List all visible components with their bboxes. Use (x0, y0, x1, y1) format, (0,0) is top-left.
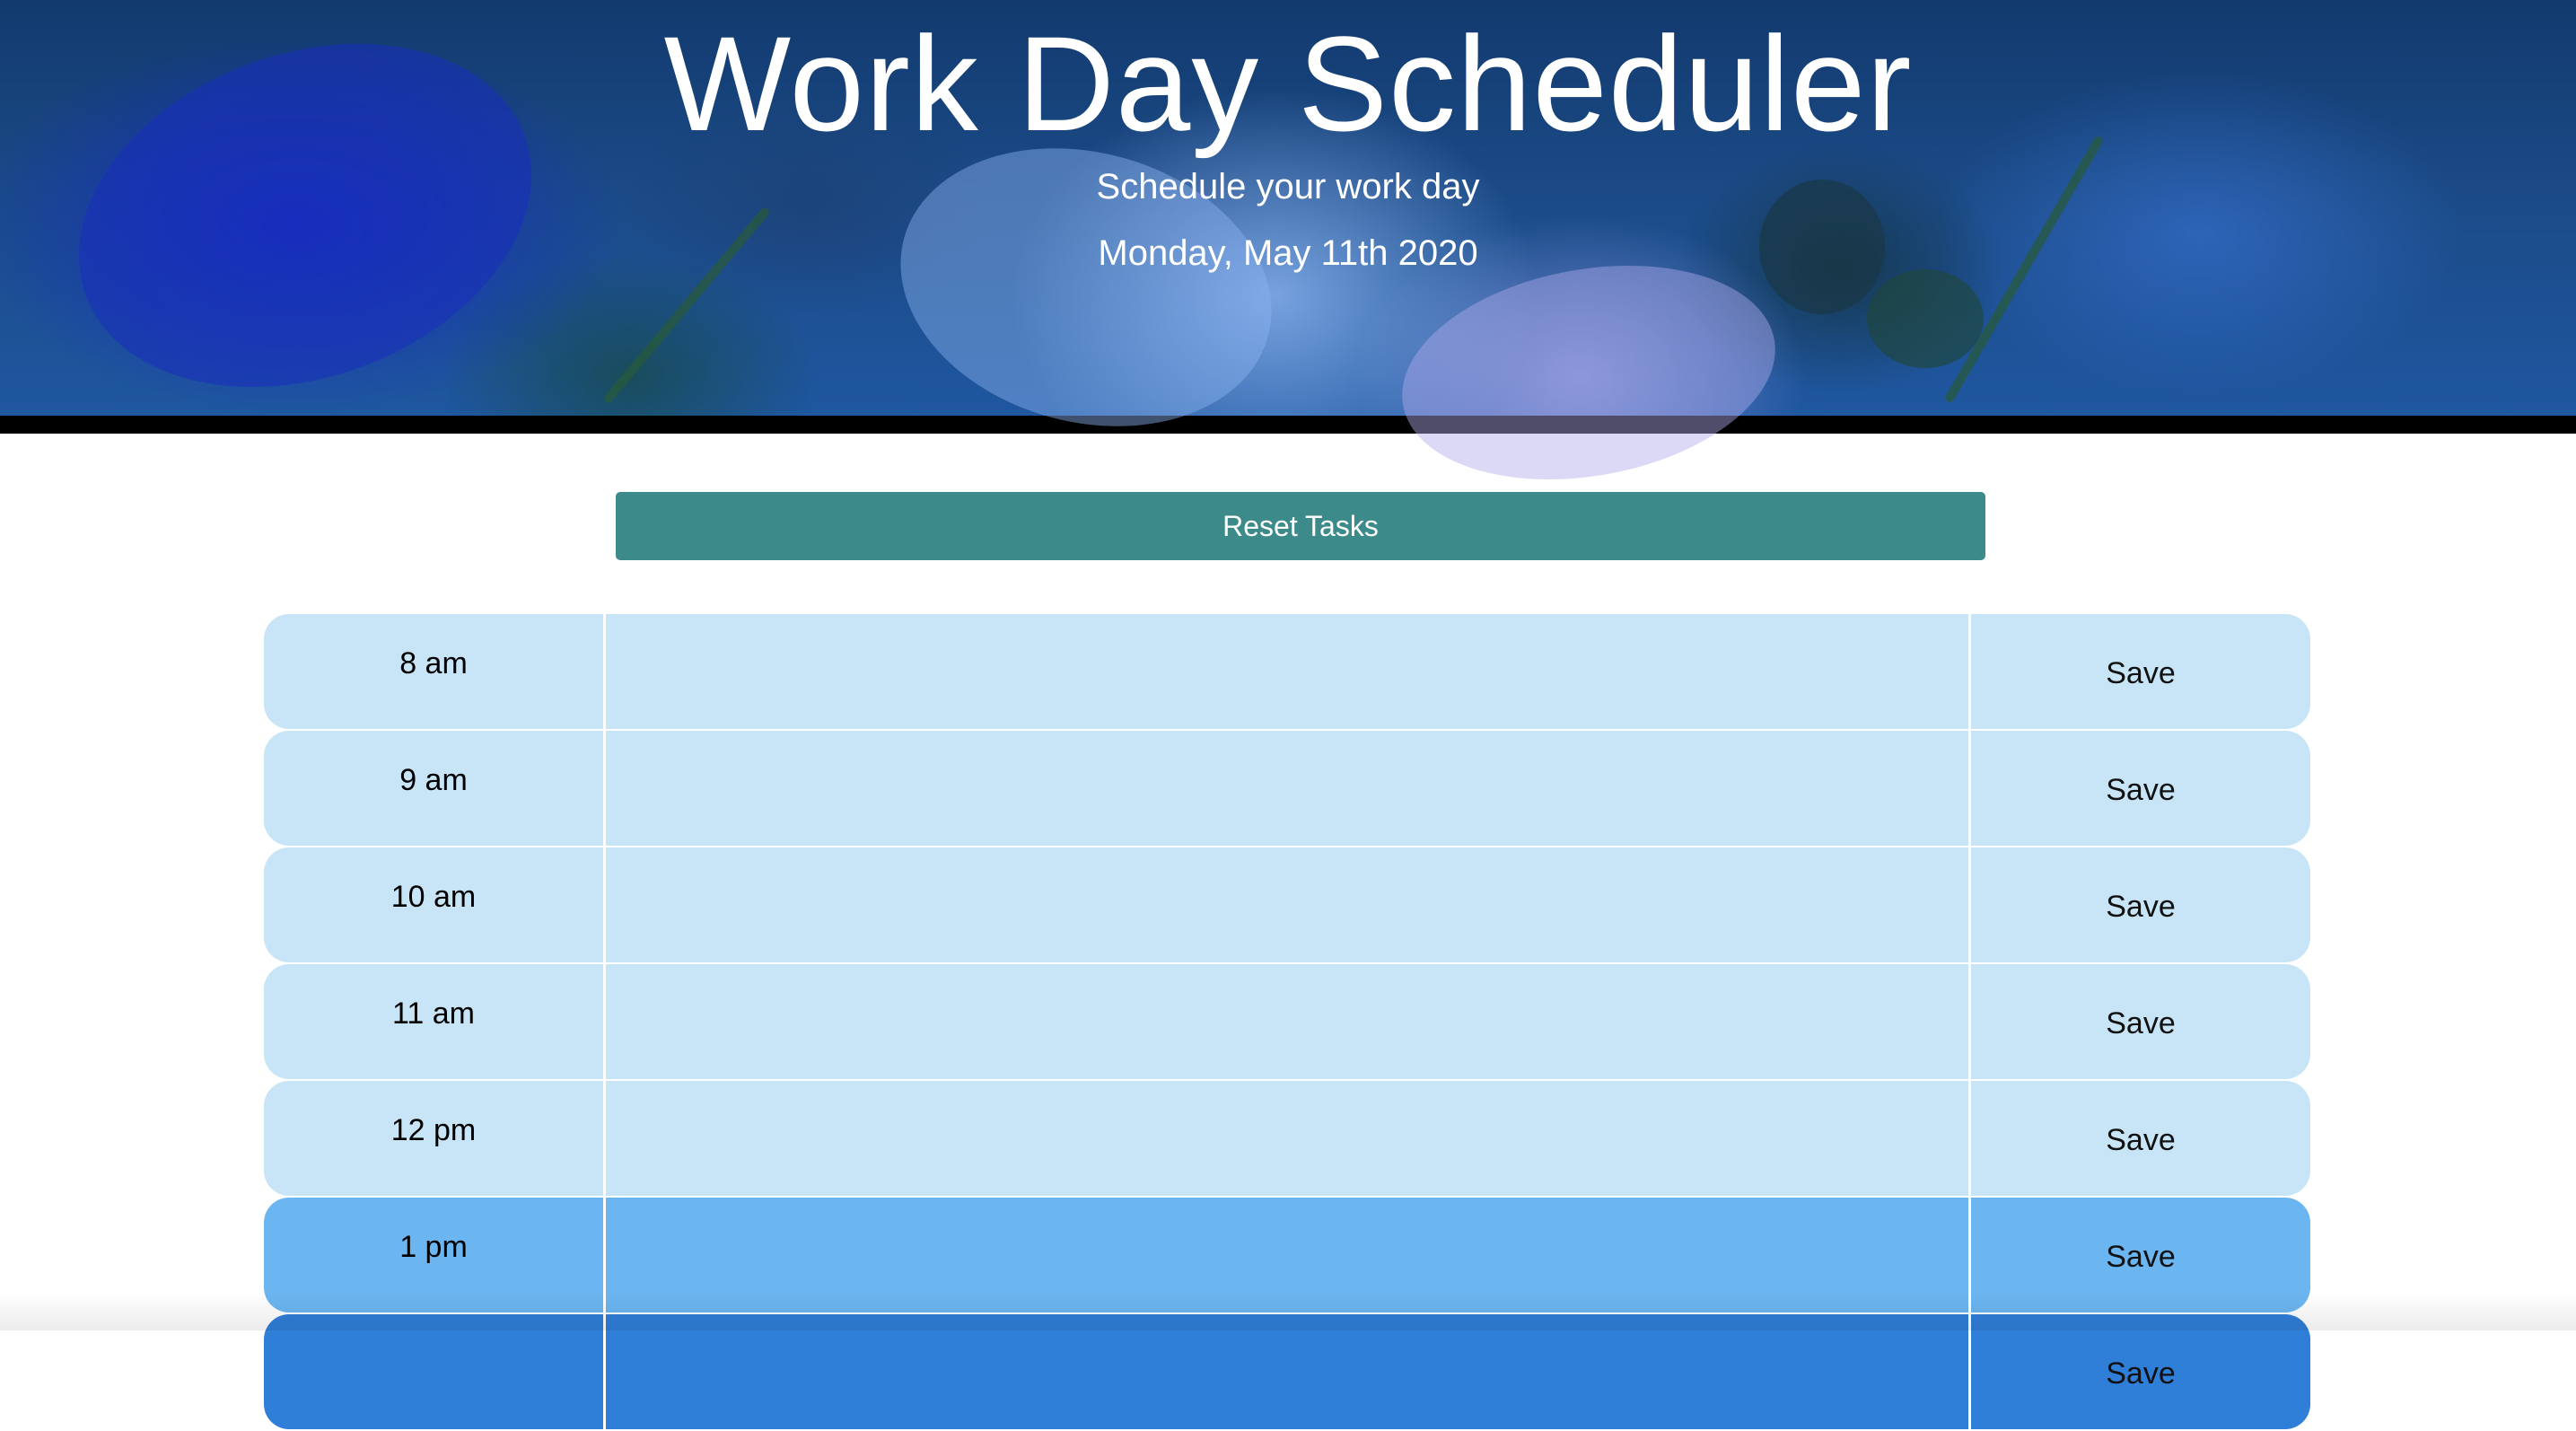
page-subtitle: Schedule your work day (1096, 167, 1480, 206)
flower-bud-decoration (1867, 269, 1984, 368)
hour-label: 11 am (264, 964, 606, 1079)
hour-label: 12 pm (264, 1081, 606, 1196)
task-input[interactable] (606, 614, 1971, 729)
time-block-row: 10 am Save (264, 847, 2310, 962)
time-block-row: 11 am Save (264, 964, 2310, 1079)
time-block-row: 1 pm Save (264, 1198, 2310, 1312)
hour-label: 1 pm (264, 1198, 606, 1312)
task-input[interactable] (606, 731, 1971, 846)
task-input[interactable] (606, 1314, 1971, 1429)
save-button[interactable]: Save (1971, 847, 2310, 962)
save-button[interactable]: Save (1971, 1314, 2310, 1429)
task-input[interactable] (606, 1081, 1971, 1196)
save-button[interactable]: Save (1971, 1081, 2310, 1196)
hour-label: 10 am (264, 847, 606, 962)
page-title: Work Day Scheduler (663, 8, 1913, 159)
save-button[interactable]: Save (1971, 1198, 2310, 1312)
flower-petal-decoration (1385, 238, 1792, 507)
save-button[interactable]: Save (1971, 614, 2310, 729)
header-banner: Work Day Scheduler Schedule your work da… (0, 0, 2576, 507)
hour-label: 8 am (264, 614, 606, 729)
reset-tasks-button[interactable]: Reset Tasks (616, 492, 1985, 560)
time-block-row: 9 am Save (264, 731, 2310, 846)
schedule-list: 8 am Save 9 am Save 10 am Save 11 am Sav… (264, 614, 2310, 1431)
hour-label: 9 am (264, 731, 606, 846)
save-button[interactable]: Save (1971, 964, 2310, 1079)
time-block-row: 12 pm Save (264, 1081, 2310, 1196)
save-button[interactable]: Save (1971, 731, 2310, 846)
current-date: Monday, May 11th 2020 (1098, 233, 1478, 273)
task-input[interactable] (606, 1198, 1971, 1312)
task-input[interactable] (606, 964, 1971, 1079)
hour-label (264, 1314, 606, 1429)
task-input[interactable] (606, 847, 1971, 962)
time-block-row: Save (264, 1314, 2310, 1429)
time-block-row: 8 am Save (264, 614, 2310, 729)
